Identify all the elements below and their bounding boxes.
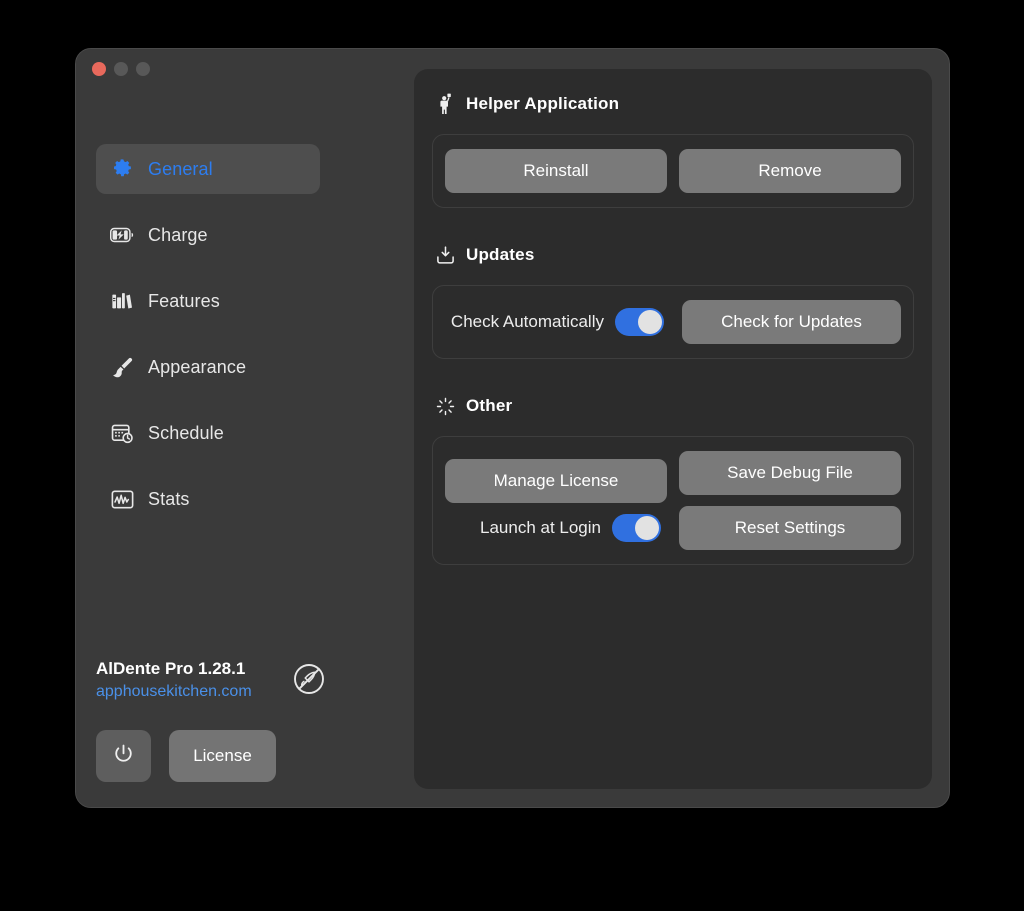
- website-link[interactable]: apphousekitchen.com: [96, 683, 252, 700]
- updates-right-col: Check for Updates: [682, 300, 901, 344]
- about-text: AlDente Pro 1.28.1 apphousekitchen.com: [96, 658, 252, 703]
- app-name: AlDente Pro 1.28.1: [96, 658, 252, 681]
- reinstall-button[interactable]: Reinstall: [445, 149, 667, 193]
- traffic-lights: [92, 62, 150, 76]
- section-title: Updates: [466, 245, 534, 265]
- switch-knob: [635, 516, 659, 540]
- other-row: Manage License Launch at Login Save Debu…: [445, 451, 901, 550]
- sidebar-item-label: Schedule: [148, 423, 224, 444]
- minimize-button[interactable]: [114, 62, 128, 76]
- about-block: AlDente Pro 1.28.1 apphousekitchen.com: [96, 658, 328, 703]
- app-window: General Charge: [75, 48, 950, 808]
- gear-icon: [110, 157, 134, 181]
- launch-at-login-toggle-group: Launch at Login: [445, 514, 667, 542]
- sidebar-item-features[interactable]: Features: [96, 276, 320, 326]
- launch-at-login-switch[interactable]: [612, 514, 661, 542]
- helper-card: Reinstall Remove: [432, 134, 914, 208]
- updates-card: Check Automatically Check for Updates: [432, 285, 914, 359]
- sidebar-item-stats[interactable]: Stats: [96, 474, 320, 524]
- license-button[interactable]: License: [169, 730, 276, 782]
- sidebar-nav: General Charge: [96, 144, 320, 540]
- sidebar-item-label: General: [148, 159, 213, 180]
- sparkle-rays-icon: [435, 395, 455, 417]
- rocket-badge-icon: [292, 662, 326, 701]
- helper-buttons-row: Reinstall Remove: [445, 149, 901, 193]
- remove-button[interactable]: Remove: [679, 149, 901, 193]
- power-icon: [112, 743, 135, 769]
- quit-button[interactable]: [96, 730, 151, 782]
- check-automatically-switch[interactable]: [615, 308, 664, 336]
- sidebar-item-charge[interactable]: Charge: [96, 210, 320, 260]
- sidebar-item-label: Features: [148, 291, 220, 312]
- check-automatically-label: Check Automatically: [451, 312, 604, 332]
- sidebar-item-appearance[interactable]: Appearance: [96, 342, 320, 392]
- manage-license-button[interactable]: Manage License: [445, 459, 667, 503]
- sidebar: General Charge: [76, 49, 339, 807]
- paintbrush-icon: [110, 355, 134, 379]
- close-button[interactable]: [92, 62, 106, 76]
- section-helper-application: Helper Application Reinstall Remove: [414, 91, 932, 208]
- sidebar-item-label: Charge: [148, 225, 208, 246]
- launch-at-login-label: Launch at Login: [480, 518, 601, 538]
- chart-waveform-icon: [110, 487, 134, 511]
- screen: General Charge: [0, 0, 1024, 911]
- check-for-updates-button[interactable]: Check for Updates: [682, 300, 901, 344]
- sidebar-footer: License: [96, 730, 276, 782]
- section-updates: Updates Check Automatically: [414, 242, 932, 359]
- reset-settings-button[interactable]: Reset Settings: [679, 506, 901, 550]
- maximize-button[interactable]: [136, 62, 150, 76]
- books-icon: [110, 289, 134, 313]
- download-tray-icon: [435, 244, 455, 266]
- other-left-col: Manage License Launch at Login: [445, 459, 667, 542]
- section-other: Other Manage License Launch at Login: [414, 393, 932, 565]
- section-header: Helper Application: [414, 91, 932, 117]
- check-automatically-toggle-group: Check Automatically: [451, 308, 664, 336]
- other-right-col: Save Debug File Reset Settings: [679, 451, 901, 550]
- section-header: Other: [414, 393, 932, 419]
- person-raised-hand-icon: [435, 93, 455, 115]
- save-debug-file-button[interactable]: Save Debug File: [679, 451, 901, 495]
- helper-right-col: Remove: [679, 149, 901, 193]
- other-card: Manage License Launch at Login Save Debu…: [432, 436, 914, 565]
- helper-left-col: Reinstall: [445, 149, 667, 193]
- section-title: Other: [466, 396, 512, 416]
- updates-left-col: Check Automatically: [445, 308, 670, 336]
- battery-bolt-icon: [110, 223, 134, 247]
- sidebar-item-label: Stats: [148, 489, 190, 510]
- sidebar-item-schedule[interactable]: Schedule: [96, 408, 320, 458]
- calendar-clock-icon: [110, 421, 134, 445]
- main-panel: Helper Application Reinstall Remove: [414, 69, 932, 789]
- sidebar-item-general[interactable]: General: [96, 144, 320, 194]
- updates-row: Check Automatically Check for Updates: [445, 300, 901, 344]
- section-header: Updates: [414, 242, 932, 268]
- sidebar-item-label: Appearance: [148, 357, 246, 378]
- switch-knob: [638, 310, 662, 334]
- section-title: Helper Application: [466, 94, 619, 114]
